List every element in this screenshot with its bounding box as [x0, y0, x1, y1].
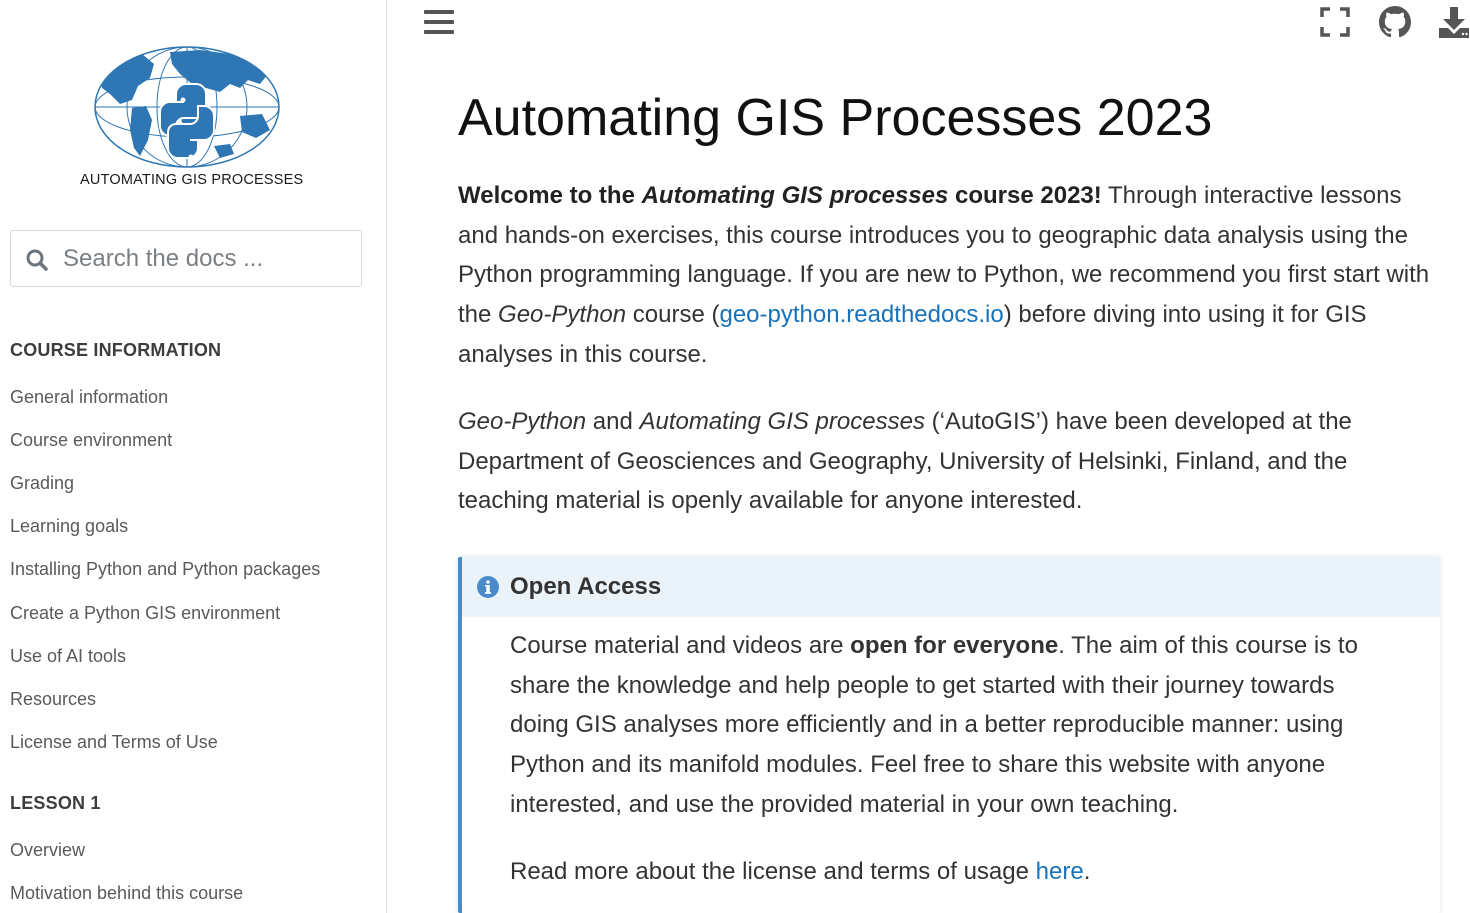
- globe-python-logo-icon: [94, 46, 280, 168]
- nav-link-learning-goals[interactable]: Learning goals: [10, 516, 128, 537]
- search-input[interactable]: [63, 241, 353, 277]
- page-title: Automating GIS Processes 2023: [458, 89, 1213, 147]
- nav-link-use-of-ai-tools[interactable]: Use of AI tools: [10, 646, 126, 667]
- intro-paragraph: Welcome to the Automating GIS processes …: [458, 182, 1430, 368]
- sidebar: AUTOMATING GIS PROCESSES COURSE INFORMAT…: [0, 0, 387, 913]
- about-paragraph: Geo-Python and Automating GIS processes …: [458, 408, 1352, 515]
- site-logo[interactable]: AUTOMATING GIS PROCESSES: [80, 44, 304, 194]
- nav-link-general-information[interactable]: General information: [10, 387, 168, 408]
- nav-link-course-environment[interactable]: Course environment: [10, 430, 172, 451]
- nav-link-installing-python[interactable]: Installing Python and Python packages: [10, 559, 320, 580]
- nav-caption-course-information: COURSE INFORMATION: [10, 340, 222, 360]
- admonition-paragraph-1: Course material and videos are open for …: [510, 632, 1358, 818]
- nav-link-overview[interactable]: Overview: [10, 840, 85, 861]
- main-content: Automating GIS Processes 2023 Welcome to…: [458, 0, 1448, 913]
- logo-caption: AUTOMATING GIS PROCESSES: [80, 172, 304, 188]
- info-icon: [477, 576, 499, 598]
- open-access-admonition: Open Access Course material and videos a…: [458, 557, 1440, 913]
- admonition-paragraph-2: Read more about the license and terms of…: [510, 858, 1091, 885]
- license-here-link[interactable]: here: [1036, 858, 1084, 885]
- search-icon: [26, 249, 48, 271]
- search-box[interactable]: [10, 230, 362, 287]
- nav-link-motivation[interactable]: Motivation behind this course: [10, 883, 243, 904]
- nav-caption-lesson-1: LESSON 1: [10, 793, 101, 813]
- nav-link-create-python-gis-environment[interactable]: Create a Python GIS environment: [10, 603, 280, 624]
- nav-link-grading[interactable]: Grading: [10, 473, 74, 494]
- menu-icon[interactable]: [424, 8, 454, 36]
- geo-python-link[interactable]: geo-python.readthedocs.io: [719, 301, 1003, 328]
- nav-link-resources[interactable]: Resources: [10, 689, 96, 710]
- admonition-title: Open Access: [510, 573, 662, 600]
- nav-link-license-terms[interactable]: License and Terms of Use: [10, 732, 218, 753]
- admonition-header: Open Access: [462, 557, 1440, 617]
